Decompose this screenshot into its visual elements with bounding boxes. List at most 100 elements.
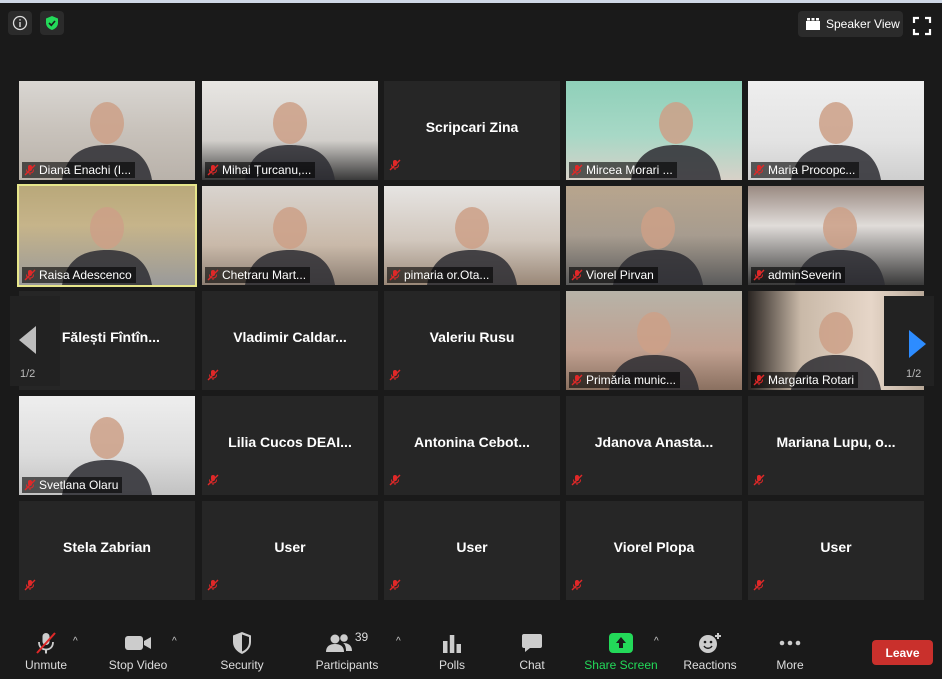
muted-mic-icon xyxy=(24,269,36,281)
participant-name: Maria Procopc... xyxy=(768,163,856,177)
muted-mic-badge xyxy=(207,578,219,596)
participant-label: Mircea Morari ... xyxy=(569,162,677,178)
participant-tile[interactable]: Jdanova Anasta... xyxy=(566,396,742,495)
muted-mic-badge xyxy=(753,473,765,491)
more-label: More xyxy=(776,658,804,672)
muted-mic-icon xyxy=(753,164,765,176)
participant-tile[interactable]: Valeriu Rusu xyxy=(384,291,560,390)
muted-mic-icon xyxy=(571,374,583,386)
participant-tile[interactable]: Antonina Cebot... xyxy=(384,396,560,495)
muted-mic-icon xyxy=(24,579,36,591)
encryption-button[interactable] xyxy=(40,11,64,35)
share-options-caret[interactable]: ^ xyxy=(654,636,659,647)
meeting-info-button[interactable] xyxy=(8,11,32,35)
participant-name: Raisa Adescenco xyxy=(39,268,132,282)
participant-tile[interactable]: Diana Enachi (I... xyxy=(19,81,195,180)
leave-button[interactable]: Leave xyxy=(872,640,933,665)
participant-tile[interactable]: Scripcari Zina xyxy=(384,81,560,180)
participant-tile[interactable]: adminSeverin xyxy=(748,186,924,285)
fullscreen-button[interactable] xyxy=(912,16,932,36)
muted-mic-badge xyxy=(24,578,36,596)
polls-button[interactable]: Polls xyxy=(432,622,472,679)
share-screen-button[interactable]: Share Screen xyxy=(584,622,658,679)
muted-mic-icon xyxy=(207,474,219,486)
muted-mic-badge xyxy=(389,158,401,176)
muted-mic-badge xyxy=(389,473,401,491)
participant-tile[interactable]: Vladimir Caldar... xyxy=(202,291,378,390)
page-indicator-right: 1/2 xyxy=(906,368,922,380)
participant-tile[interactable]: Viorel Pirvan xyxy=(566,186,742,285)
next-page-button[interactable]: 1/2 xyxy=(884,296,934,386)
participant-tile[interactable]: Mircea Morari ... xyxy=(566,81,742,180)
participant-tile[interactable]: User xyxy=(202,501,378,600)
muted-mic-icon xyxy=(389,269,401,281)
chat-bubble-icon xyxy=(522,634,542,652)
muted-mic-icon xyxy=(207,579,219,591)
participant-tile[interactable]: User xyxy=(384,501,560,600)
more-dots-icon xyxy=(779,640,801,646)
speaker-view-button[interactable]: Speaker View xyxy=(798,11,903,37)
muted-mic-badge xyxy=(571,473,583,491)
stop-video-label: Stop Video xyxy=(108,658,168,672)
muted-mic-icon xyxy=(389,579,401,591)
polls-label: Polls xyxy=(438,658,465,672)
participants-count: 39 xyxy=(354,630,369,644)
muted-mic-badge xyxy=(389,368,401,386)
participant-tile[interactable]: User xyxy=(748,501,924,600)
participant-label: Mihai Țurcanu,... xyxy=(205,162,316,178)
previous-page-button[interactable]: 1/2 xyxy=(10,296,60,386)
muted-mic-icon xyxy=(24,479,36,491)
audio-options-caret[interactable]: ^ xyxy=(73,636,78,647)
participant-tile[interactable]: Stela Zabrian xyxy=(19,501,195,600)
security-label: Security xyxy=(220,658,264,672)
participant-name: Primăria munic... xyxy=(586,373,677,387)
participants-button[interactable]: 39 Participants xyxy=(312,622,382,679)
muted-mic-icon xyxy=(389,474,401,486)
participants-options-caret[interactable]: ^ xyxy=(396,636,401,647)
participant-label: Svetlana Olaru xyxy=(22,477,123,493)
more-button[interactable]: More xyxy=(770,622,810,679)
participant-tile[interactable]: Chetraru Mart... xyxy=(202,186,378,285)
participant-name: Diana Enachi (I... xyxy=(39,163,132,177)
share-screen-arrow-icon xyxy=(609,633,633,653)
participant-tile[interactable]: Lilia Cucos DEAI... xyxy=(202,396,378,495)
fullscreen-icon xyxy=(912,16,932,36)
muted-mic-icon xyxy=(753,474,765,486)
participant-tile[interactable]: Mariana Lupu, o... xyxy=(748,396,924,495)
speaker-view-label: Speaker View xyxy=(826,17,900,31)
participant-name: Stela Zabrian xyxy=(63,539,151,555)
unmute-label: Unmute xyxy=(24,658,68,672)
video-options-caret[interactable]: ^ xyxy=(172,636,177,647)
participant-name: Vladimir Caldar... xyxy=(233,329,347,345)
muted-mic-icon xyxy=(389,369,401,381)
participant-name: Viorel Plopa xyxy=(613,539,695,555)
participant-tile[interactable]: pimaria or.Ota... xyxy=(384,186,560,285)
unmute-button[interactable]: Unmute xyxy=(20,622,72,679)
muted-mic-badge xyxy=(571,578,583,596)
participant-tile[interactable]: Raisa Adescenco xyxy=(17,184,197,287)
participant-label: Maria Procopc... xyxy=(751,162,860,178)
participant-label: Raisa Adescenco xyxy=(22,267,136,283)
muted-mic-icon xyxy=(571,474,583,486)
participant-tile[interactable]: Primăria munic... xyxy=(566,291,742,390)
participant-tile[interactable]: Viorel Plopa xyxy=(566,501,742,600)
participant-name: User xyxy=(820,539,852,555)
stop-video-button[interactable]: Stop Video xyxy=(106,622,170,679)
muted-mic-icon xyxy=(753,374,765,386)
participant-tile[interactable]: Svetlana Olaru xyxy=(19,396,195,495)
arrow-right-icon xyxy=(909,330,926,358)
participant-name: Viorel Pirvan xyxy=(586,268,654,282)
participant-name: User xyxy=(456,539,488,555)
participant-label: adminSeverin xyxy=(751,267,846,283)
chat-button[interactable]: Chat xyxy=(512,622,552,679)
participant-name: Svetlana Olaru xyxy=(39,478,119,492)
participant-tile[interactable]: Maria Procopc... xyxy=(748,81,924,180)
muted-mic-icon xyxy=(207,269,219,281)
participant-tile[interactable]: Mihai Țurcanu,... xyxy=(202,81,378,180)
reactions-button[interactable]: Reactions xyxy=(682,622,738,679)
participant-label: Margarita Rotari xyxy=(751,372,859,388)
muted-mic-icon xyxy=(753,579,765,591)
muted-mic-badge xyxy=(753,578,765,596)
muted-microphone-icon xyxy=(36,632,56,654)
security-button[interactable]: Security xyxy=(216,622,268,679)
